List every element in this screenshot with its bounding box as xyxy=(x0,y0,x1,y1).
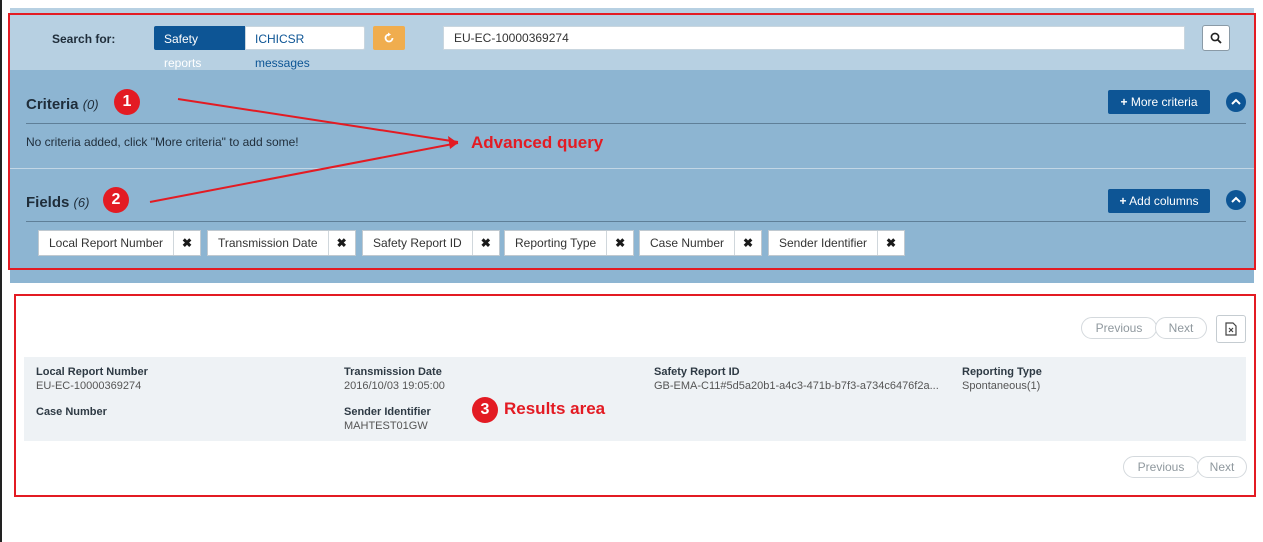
annotation-marker-1: 1 xyxy=(114,89,140,115)
annotation-marker-2: 2 xyxy=(103,187,129,213)
annotation-arrowhead xyxy=(448,136,458,149)
annotation-advanced-query: Advanced query xyxy=(471,133,604,152)
annotation-arrow-1 xyxy=(177,98,459,143)
annotation-results-area: Results area xyxy=(504,399,606,418)
annotation-arrows xyxy=(149,98,459,203)
annotation-marker-3: 3 xyxy=(472,397,498,423)
annotation-arrow-2 xyxy=(149,142,459,203)
